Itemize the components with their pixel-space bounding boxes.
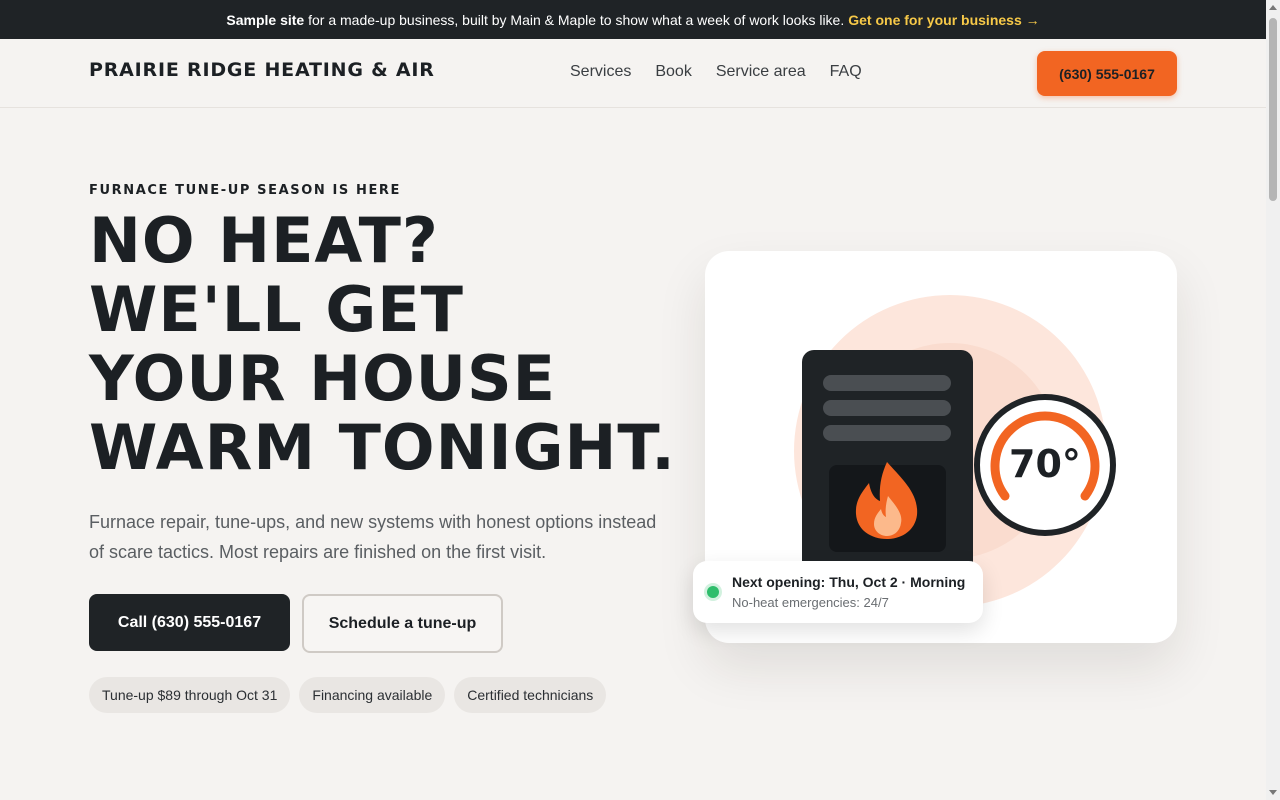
call-button[interactable]: Call (630) 555-0167 <box>89 594 290 651</box>
feature-pills: Tune-up $89 through Oct 31 Financing ava… <box>89 677 607 713</box>
furnace-vent <box>823 400 951 416</box>
pill-certified: Certified technicians <box>454 677 607 713</box>
scroll-up-icon[interactable] <box>1269 5 1277 10</box>
availability-dot <box>707 586 719 598</box>
header-phone-button[interactable]: (630) 555-0167 <box>1037 51 1177 96</box>
scroll-down-icon[interactable] <box>1269 790 1277 795</box>
sample-site-banner: Sample site for a made-up business, buil… <box>0 0 1266 39</box>
furnace-vent <box>823 425 951 441</box>
thermostat-reading: 70° <box>1009 442 1081 486</box>
headline-line: WE'LL GET <box>89 273 464 346</box>
nav-service-area[interactable]: Service area <box>716 63 806 81</box>
banner-cta-link[interactable]: Get one for your business → <box>848 12 1039 28</box>
pill-financing: Financing available <box>299 677 446 713</box>
headline-line: NO HEAT? <box>89 204 439 277</box>
hero-eyebrow: FURNACE TUNE-UP SEASON IS HERE <box>89 183 402 198</box>
site-header: PRAIRIE RIDGE HEATING & AIR Services Boo… <box>0 39 1266 108</box>
main-nav: Services Book Service area FAQ <box>570 63 862 81</box>
nav-faq[interactable]: FAQ <box>830 63 862 81</box>
brand-logo[interactable]: PRAIRIE RIDGE HEATING & AIR <box>89 59 435 81</box>
scroll-thumb[interactable] <box>1269 18 1277 201</box>
pill-tune-up-price: Tune-up $89 through Oct 31 <box>89 677 291 713</box>
banner-text: for a made-up business, built by Main & … <box>308 11 845 28</box>
next-opening-text: Next opening: Thu, Oct 2 · Morning <box>732 574 966 590</box>
schedule-tune-up-button[interactable]: Schedule a tune-up <box>302 594 503 653</box>
furnace-vent <box>823 375 951 391</box>
emergency-text: No-heat emergencies: 24/7 <box>732 595 889 610</box>
headline-line: WARM TONIGHT. <box>89 411 676 484</box>
nav-book[interactable]: Book <box>655 63 691 81</box>
page-scrollbar[interactable] <box>1266 0 1280 800</box>
banner-bold: Sample site <box>226 11 305 28</box>
next-opening-card: Next opening: Thu, Oct 2 · Morning No-he… <box>693 561 983 623</box>
nav-services[interactable]: Services <box>570 63 631 81</box>
hero-subtext: Furnace repair, tune-ups, and new system… <box>89 512 657 562</box>
headline-line: YOUR HOUSE <box>89 342 557 415</box>
hero-headline: NO HEAT? WE'LL GET YOUR HOUSE WARM TONIG… <box>89 206 689 482</box>
